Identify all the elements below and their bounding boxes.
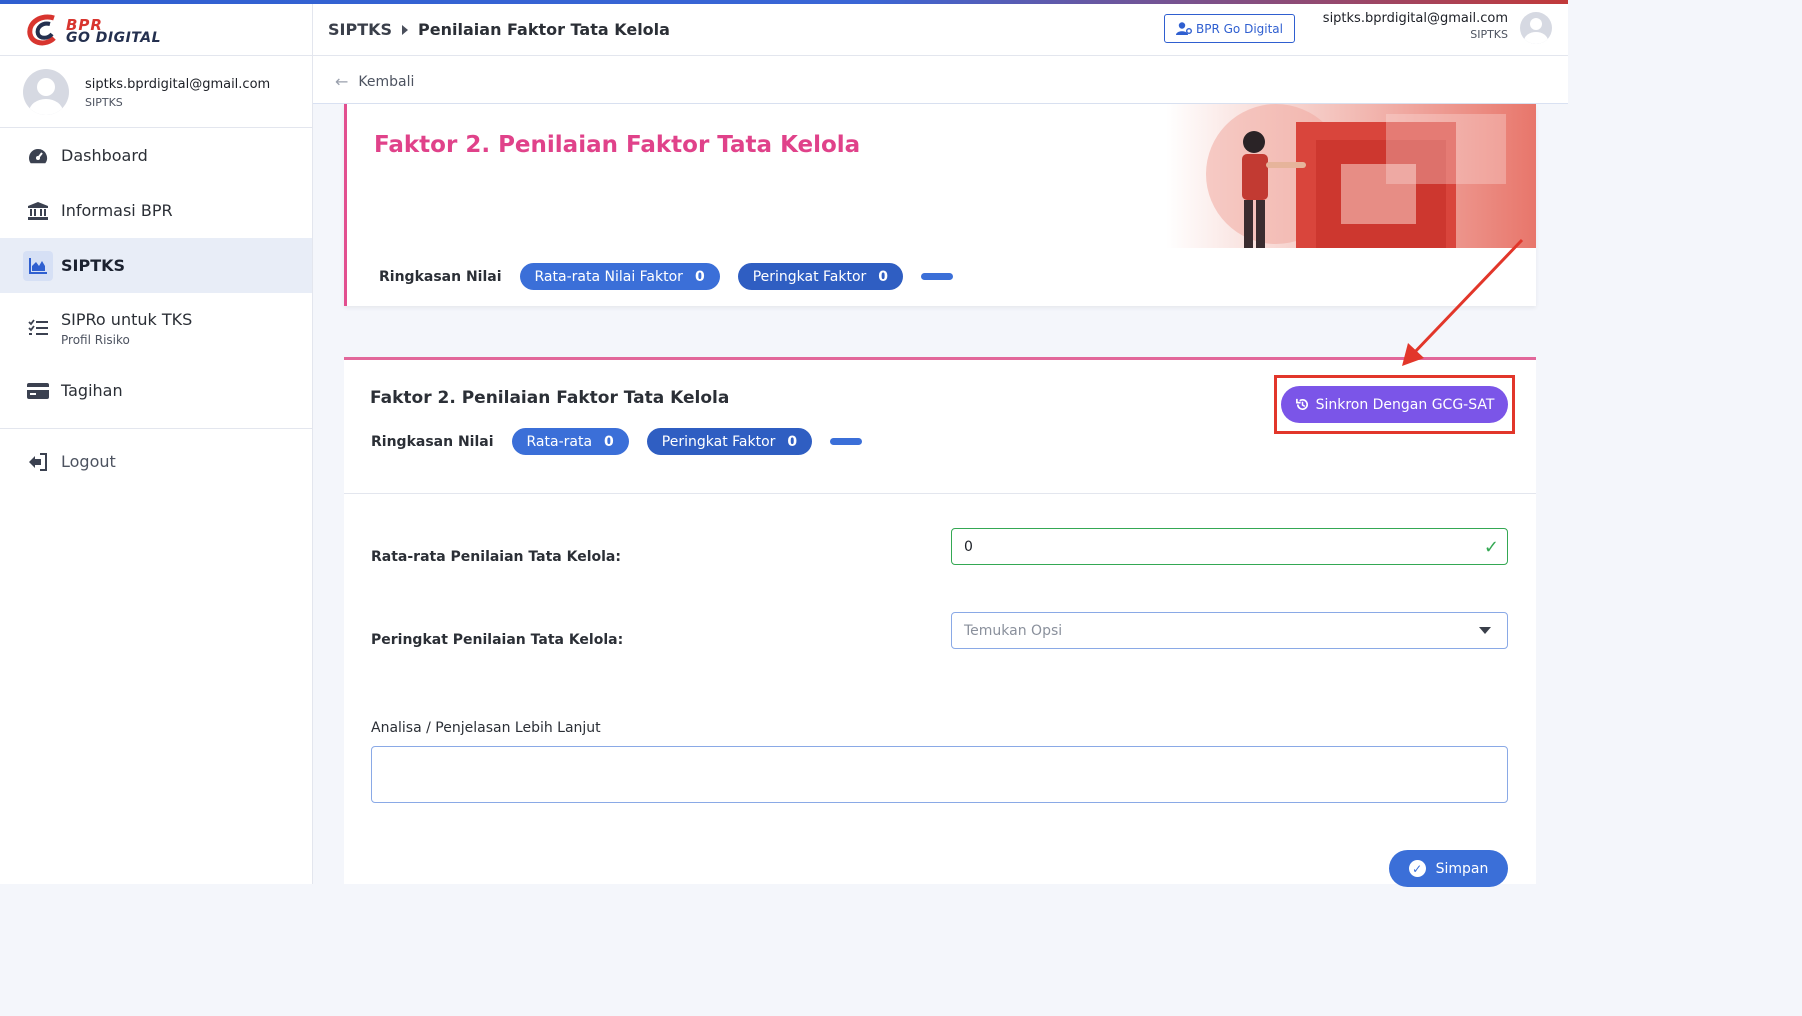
header-avatar[interactable]	[1520, 12, 1552, 44]
sidebar-item-label: SIPTKS	[61, 256, 126, 275]
sidebar-item-logout[interactable]: Logout	[0, 434, 312, 489]
sidebar-divider	[0, 428, 312, 429]
rank-select[interactable]: Temukan Opsi	[951, 612, 1508, 649]
summary-row: Ringkasan Nilai Rata-rata Nilai Faktor 0…	[379, 263, 954, 290]
form-summary-row: Ringkasan Nilai Rata-rata 0 Peringkat Fa…	[371, 428, 863, 455]
profile-role: SIPTKS	[85, 96, 123, 109]
rank-select-placeholder: Temukan Opsi	[964, 622, 1063, 639]
form-card: Faktor 2. Penilaian Faktor Tata Kelola R…	[344, 357, 1536, 887]
check-circle-icon: ✓	[1408, 860, 1426, 877]
sidebar-item-sublabel: Profil Risiko	[61, 332, 130, 347]
summary-card-title: Faktor 2. Penilaian Faktor Tata Kelola	[374, 132, 861, 158]
chart-area-icon	[23, 250, 53, 281]
checklist-icon	[27, 317, 49, 339]
header-user-email: siptks.bprdigital@gmail.com	[1322, 11, 1508, 26]
sidebar-profile: siptks.bprdigital@gmail.com SIPTKS	[0, 56, 312, 128]
credit-card-icon	[27, 380, 49, 402]
logo-icon	[27, 14, 56, 46]
avg-factor-badge: Rata-rata Nilai Faktor 0	[519, 263, 720, 290]
avg-field-label: Rata-rata Penilaian Tata Kelola:	[371, 549, 621, 565]
rank-factor-badge: Peringkat Faktor 0	[737, 263, 904, 290]
analysis-textarea[interactable]	[371, 746, 1508, 803]
header-user-role: SIPTKS	[1470, 28, 1508, 41]
check-icon: ✓	[1483, 537, 1499, 558]
back-label: Kembali	[358, 73, 415, 90]
logo-text-go-digital: GO DIGITAL	[66, 30, 162, 46]
caret-right-icon	[402, 24, 409, 35]
sidebar-item-label: Dashboard	[61, 146, 148, 165]
sidebar-item-label: Tagihan	[61, 381, 123, 400]
form-divider	[344, 493, 1536, 494]
avg-factor-value: 0	[694, 268, 705, 285]
rank-factor-label: Peringkat Faktor	[752, 268, 867, 285]
avatar	[23, 69, 69, 115]
avg-score-input[interactable]: 0 ✓	[951, 528, 1508, 565]
logout-icon	[27, 451, 49, 473]
top-header: SIPTKS Penilaian Faktor Tata Kelola BPR …	[313, 4, 1568, 56]
save-button-label: Simpan	[1435, 860, 1489, 877]
app-logo[interactable]: BPR GO DIGITAL	[0, 4, 312, 56]
form-summary-label: Ringkasan Nilai	[371, 433, 494, 450]
illustration	[1166, 104, 1536, 248]
rank-factor-value: 0	[878, 268, 889, 285]
sidebar-item-dashboard[interactable]: Dashboard	[0, 128, 312, 183]
sidebar-item-label: Informasi BPR	[61, 201, 173, 220]
breadcrumb: SIPTKS Penilaian Faktor Tata Kelola	[328, 20, 670, 39]
sidebar-item-label: SIPRo untuk TKS	[61, 309, 193, 329]
bank-icon	[27, 200, 49, 222]
chevron-down-icon	[1479, 627, 1491, 634]
header-user-info[interactable]: siptks.bprdigital@gmail.com SIPTKS	[1323, 11, 1508, 41]
bpr-go-digital-button[interactable]: BPR Go Digital	[1164, 14, 1295, 43]
avg-badge-value: 0	[604, 433, 614, 450]
avg-score-value: 0	[964, 538, 973, 555]
breadcrumb-current: Penilaian Faktor Tata Kelola	[418, 20, 670, 39]
bpr-go-digital-label: BPR Go Digital	[1196, 21, 1283, 36]
save-button[interactable]: ✓ Simpan	[1389, 850, 1508, 887]
summary-label: Ringkasan Nilai	[379, 268, 502, 285]
rank-field-label: Peringkat Penilaian Tata Kelola:	[371, 632, 624, 648]
user-cog-icon	[1176, 22, 1192, 35]
annotation-highlight-box	[1274, 375, 1515, 434]
summary-card: Faktor 2. Penilaian Faktor Tata Kelola R…	[344, 104, 1536, 306]
avg-factor-label: Rata-rata Nilai Faktor	[534, 268, 683, 285]
profile-email: siptks.bprdigital@gmail.com	[85, 77, 271, 92]
sidebar-item-sipro[interactable]: SIPRo untuk TKS Profil Risiko	[0, 293, 312, 363]
arrow-left-icon: ←	[335, 72, 349, 91]
breadcrumb-root[interactable]: SIPTKS	[328, 20, 392, 39]
logout-label: Logout	[61, 452, 116, 471]
analysis-label: Analisa / Penjelasan Lebih Lanjut	[371, 720, 601, 736]
back-bar: ← Kembali	[313, 56, 1568, 104]
empty-badge	[921, 273, 954, 280]
sidebar-item-informasi-bpr[interactable]: Informasi BPR	[0, 183, 312, 238]
avg-badge: Rata-rata 0	[511, 428, 629, 455]
sidebar-item-tagihan[interactable]: Tagihan	[0, 363, 312, 418]
back-link[interactable]: ← Kembali	[335, 72, 414, 91]
rank-badge-value: 0	[787, 433, 798, 450]
empty-badge	[830, 438, 863, 445]
rank-badge-label: Peringkat Faktor	[661, 433, 776, 450]
sidebar: BPR GO DIGITAL siptks.bprdigital@gmail.c…	[0, 4, 313, 884]
rank-badge: Peringkat Faktor 0	[646, 428, 813, 455]
form-card-title: Faktor 2. Penilaian Faktor Tata Kelola	[370, 388, 730, 408]
avg-badge-label: Rata-rata	[526, 433, 593, 450]
sidebar-item-siptks[interactable]: SIPTKS	[0, 238, 312, 293]
dashboard-icon	[27, 145, 49, 167]
